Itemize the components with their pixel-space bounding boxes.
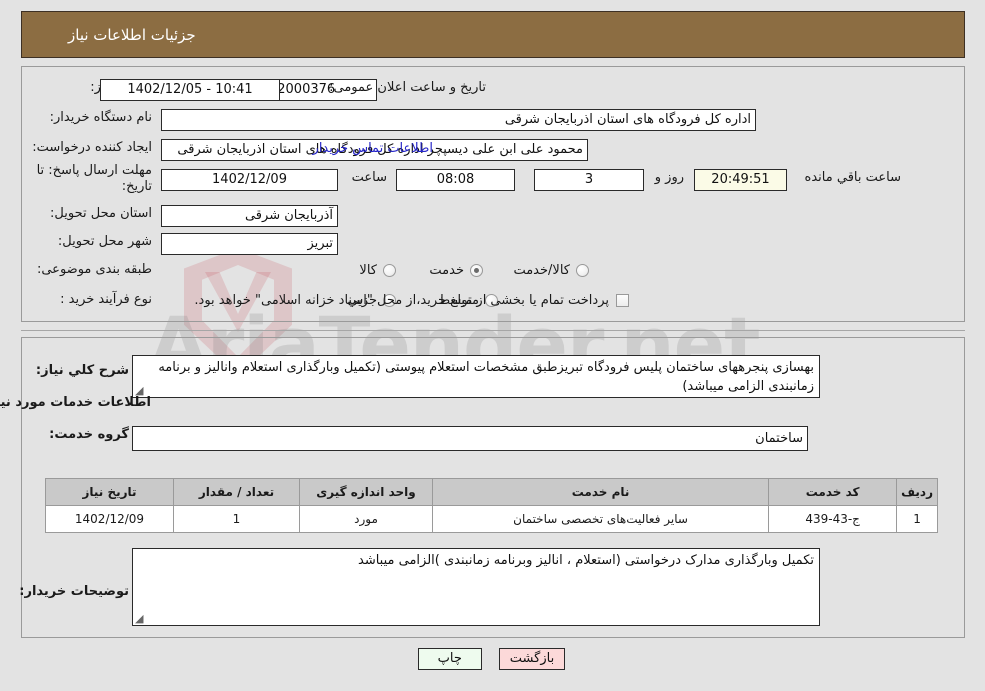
table-row: 1 ج-43-439 سایر فعالیت‌های تخصصی ساختمان… [46,505,939,533]
purchase-type-label-wrap: نوع فرآیند خرید : [61,292,153,308]
delivery-province-field[interactable]: آذربایجان شرقی [162,205,339,227]
cell-quantity: 1 [174,505,301,533]
services-table-wrap: ردیف کد خدمت نام خدمت واحد اندازه گیری ت… [46,478,939,533]
buyer-org-label-wrap: نام دستگاه خریدار: [51,110,153,126]
treasury-docs-checkbox-icon[interactable] [617,294,630,307]
radio-service-label: خدمت [430,263,465,278]
buyer-contact-link-wrap: اطلاعات تماس خریدار [314,141,434,156]
buyer-org-label: نام دستگاه خریدار: [50,110,153,125]
buyer-notes-label-wrap: توضیحات خریدار: [20,584,130,600]
deadline-date-field[interactable]: 1402/12/09 [162,169,339,191]
need-description-label-wrap: شرح کلي نیاز: [37,363,130,379]
announce-datetime-field-wrap: 10:41 - 1402/12/05 [101,79,281,101]
buyer-contact-link[interactable]: اطلاعات تماس خریدار [314,141,434,156]
subject-class-label-wrap: طبقه بندی موضوعی: [38,262,153,278]
delivery-city-label: شهر محل تحویل: [58,234,153,249]
col-service-code: کد خدمت [769,478,899,506]
cell-need-date: 1402/12/09 [46,505,175,533]
treasury-docs-checkbox-row[interactable]: پرداخت تمام یا بخشی از مبلغ خرید،از محل … [195,293,630,308]
subject-class-option-goods[interactable]: کالا [360,263,397,278]
service-group-label: گروه خدمت: [50,427,130,442]
deadline-label-wrap: مهلت ارسال پاسخ: تا تاریخ: [13,163,153,195]
buyer-notes-textarea[interactable]: تکمیل وبارگذاری مدارک درخواستی (استعلام … [133,548,821,626]
deadline-time-label: ساعت [352,170,388,185]
deadline-label: مهلت ارسال پاسخ: تا تاریخ: [37,163,153,194]
delivery-city-field[interactable]: تبریز [162,233,339,255]
subject-class-label: طبقه بندی موضوعی: [37,262,153,277]
buyer-notes-resize-grip-icon[interactable]: ◣ [136,612,146,625]
need-description-label: شرح کلي نیاز: [36,363,130,378]
buyer-org-field[interactable]: اداره کل فرودگاه های استان اذربایجان شرق… [162,109,757,131]
col-need-date: تاریخ نیاز [46,478,175,506]
subject-class-option-service[interactable]: خدمت [430,263,484,278]
radio-goods-service-label: کالا/خدمت [514,263,571,278]
radio-service-icon[interactable] [471,264,484,277]
cell-service-name: سایر فعالیت‌های تخصصی ساختمان [432,505,771,533]
buyer-notes-box-wrap: تکمیل وبارگذاری مدارک درخواستی (استعلام … [133,548,821,626]
deadline-time-field[interactable]: 08:08 [397,169,516,191]
announce-datetime-label-wrap: تاریخ و ساعت اعلان عمومی: [330,80,487,96]
table-header-row: ردیف کد خدمت نام خدمت واحد اندازه گیری ت… [46,478,939,506]
services-section-heading: اطلاعات خدمات مورد نیاز [0,395,152,410]
col-service-name: نام خدمت [432,478,771,506]
deadline-days-wrap: 3 [535,169,645,191]
cell-service-code: ج-43-439 [769,505,899,533]
announce-datetime-field[interactable]: 10:41 - 1402/12/05 [101,79,281,101]
delivery-province-field-wrap: آذربایجان شرقی [162,205,339,227]
deadline-date-wrap: 1402/12/09 [162,169,339,191]
buyer-notes-text: تکمیل وبارگذاری مدارک درخواستی (استعلام … [359,553,815,568]
delivery-province-label: استان محل تحویل: [51,206,153,221]
countdown-wrap: 20:49:51 [695,169,788,191]
subject-class-option-goods-service[interactable]: کالا/خدمت [514,263,590,278]
buyer-notes-label: توضیحات خریدار: [20,584,130,599]
countdown-timer-field: 20:49:51 [695,169,788,191]
deadline-time-label-wrap: ساعت [353,170,388,186]
cell-row: 1 [897,505,939,533]
section-divider [22,330,966,331]
treasury-docs-checkbox-label: پرداخت تمام یا بخشی از مبلغ خرید،از محل … [195,293,610,308]
purchase-type-label: نوع فرآیند خرید : [61,292,153,307]
need-description-box-wrap: بهسازی پنجرههای ساختمان پلیس فرودگاه تبر… [133,355,821,398]
countdown-label-wrap: ساعت باقي مانده [806,170,902,186]
cell-unit: مورد [300,505,434,533]
need-description-textarea[interactable]: بهسازی پنجرههای ساختمان پلیس فرودگاه تبر… [133,355,821,398]
deadline-days-label: روز و [655,170,685,185]
deadline-days-label-wrap: روز و [656,170,685,186]
top-info-panel [22,66,966,322]
delivery-province-label-wrap: استان محل تحویل: [51,206,153,222]
announce-datetime-label: تاریخ و ساعت اعلان عمومی: [330,80,487,95]
page-title: جزئیات اطلاعات نیاز [69,25,197,44]
deadline-days-field[interactable]: 3 [535,169,645,191]
radio-goods-service-icon[interactable] [577,264,590,277]
delivery-city-field-wrap: تبریز [162,233,339,255]
service-group-field-wrap: ساختمان [133,426,809,451]
countdown-label: ساعت باقي مانده [805,170,902,185]
print-button[interactable]: چاپ [418,648,483,670]
col-row: ردیف [897,478,939,506]
need-description-text: بهسازی پنجرههای ساختمان پلیس فرودگاه تبر… [159,360,815,394]
col-quantity: تعداد / مقدار [174,478,301,506]
delivery-city-label-wrap: شهر محل تحویل: [59,234,153,250]
request-creator-label: ایجاد کننده درخواست: [33,140,153,155]
back-button[interactable]: بازگشت [499,648,567,670]
page-root: AriaTender.net جزئیات اطلاعات نیاز شماره… [0,0,985,691]
deadline-time-wrap: 08:08 [397,169,516,191]
radio-goods-icon[interactable] [384,264,397,277]
page-header: جزئیات اطلاعات نیاز [22,11,966,58]
service-group-field[interactable]: ساختمان [133,426,809,451]
buyer-org-field-wrap: اداره کل فرودگاه های استان اذربایجان شرق… [162,109,757,131]
col-unit: واحد اندازه گیری [300,478,434,506]
service-group-label-wrap: گروه خدمت: [50,427,130,443]
services-table: ردیف کد خدمت نام خدمت واحد اندازه گیری ت… [46,478,939,533]
radio-goods-label: کالا [360,263,378,278]
request-creator-label-wrap: ایجاد کننده درخواست: [33,140,153,156]
action-buttons-row: بازگشت چاپ [0,648,985,670]
